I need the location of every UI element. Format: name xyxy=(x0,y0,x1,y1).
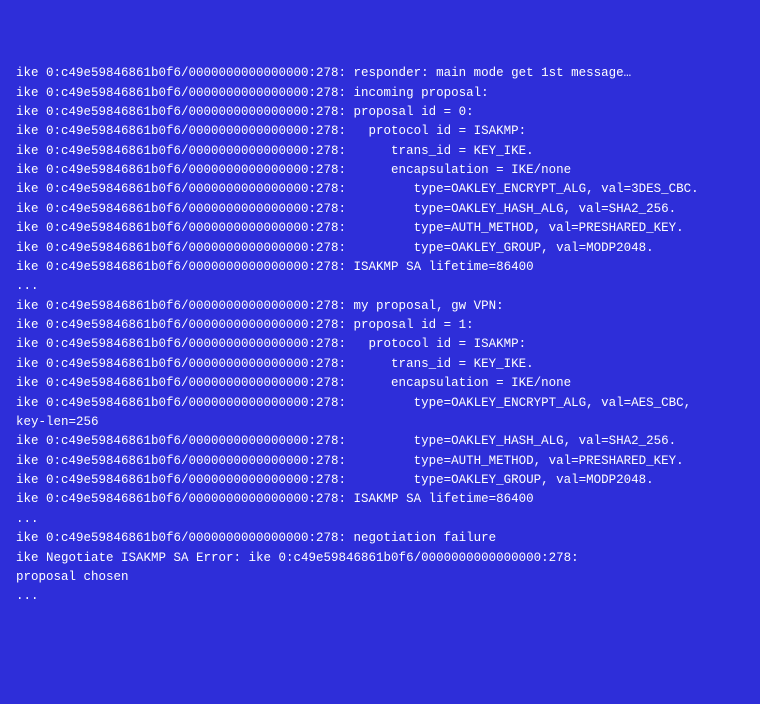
log-line: ike 0:c49e59846861b0f6/0000000000000000:… xyxy=(16,84,748,103)
log-line: ike 0:c49e59846861b0f6/0000000000000000:… xyxy=(16,180,748,199)
log-line: ike 0:c49e59846861b0f6/0000000000000000:… xyxy=(16,239,748,258)
log-line: ... xyxy=(16,587,748,606)
log-line: ike 0:c49e59846861b0f6/0000000000000000:… xyxy=(16,471,748,490)
log-line: ike 0:c49e59846861b0f6/0000000000000000:… xyxy=(16,394,748,413)
log-line: ike 0:c49e59846861b0f6/0000000000000000:… xyxy=(16,452,748,471)
log-line: ike 0:c49e59846861b0f6/0000000000000000:… xyxy=(16,316,748,335)
log-line: ike 0:c49e59846861b0f6/0000000000000000:… xyxy=(16,490,748,509)
log-line: ike 0:c49e59846861b0f6/0000000000000000:… xyxy=(16,219,748,238)
log-line: ... xyxy=(16,510,748,529)
log-line: ike 0:c49e59846861b0f6/0000000000000000:… xyxy=(16,374,748,393)
log-line: ike 0:c49e59846861b0f6/0000000000000000:… xyxy=(16,142,748,161)
log-line: ike Negotiate ISAKMP SA Error: ike 0:c49… xyxy=(16,549,748,568)
log-line: ike 0:c49e59846861b0f6/0000000000000000:… xyxy=(16,335,748,354)
log-line: ike 0:c49e59846861b0f6/0000000000000000:… xyxy=(16,122,748,141)
log-line: ike 0:c49e59846861b0f6/0000000000000000:… xyxy=(16,529,748,548)
log-line: ike 0:c49e59846861b0f6/0000000000000000:… xyxy=(16,432,748,451)
log-line: key-len=256 xyxy=(16,413,748,432)
log-line: ... xyxy=(16,277,748,296)
log-line: ike 0:c49e59846861b0f6/0000000000000000:… xyxy=(16,200,748,219)
log-line: ike 0:c49e59846861b0f6/0000000000000000:… xyxy=(16,103,748,122)
log-line: ike 0:c49e59846861b0f6/0000000000000000:… xyxy=(16,355,748,374)
log-line: ike 0:c49e59846861b0f6/0000000000000000:… xyxy=(16,161,748,180)
log-line: proposal chosen xyxy=(16,568,748,587)
terminal-log: ike 0:c49e59846861b0f6/0000000000000000:… xyxy=(16,64,748,607)
log-line: ike 0:c49e59846861b0f6/0000000000000000:… xyxy=(16,64,748,83)
log-line: ike 0:c49e59846861b0f6/0000000000000000:… xyxy=(16,258,748,277)
log-line: ike 0:c49e59846861b0f6/0000000000000000:… xyxy=(16,297,748,316)
